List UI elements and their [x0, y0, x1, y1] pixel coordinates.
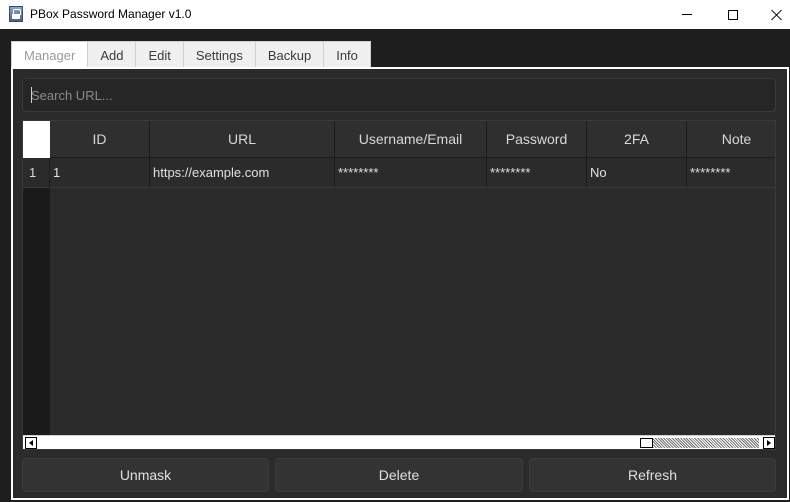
column-header-note[interactable]: Note: [687, 121, 775, 158]
arrow-left-icon: [29, 440, 33, 446]
title-bar: PBox Password Manager v1.0: [0, 0, 790, 29]
tab-add[interactable]: Add: [87, 41, 137, 68]
column-header-id[interactable]: ID: [50, 121, 150, 158]
table-empty-area: [50, 188, 775, 437]
maximize-button[interactable]: [710, 0, 756, 29]
scrollbar-page-area[interactable]: [653, 438, 759, 448]
horizontal-scrollbar[interactable]: [23, 435, 775, 449]
tab-edit[interactable]: Edit: [135, 41, 184, 68]
table-cell-2fa[interactable]: No: [587, 158, 687, 188]
manager-panel: ID URL Username/Email Password 2FA Note …: [11, 67, 789, 500]
tab-manager[interactable]: Manager: [11, 41, 89, 69]
search-input[interactable]: [22, 78, 776, 112]
column-header-password[interactable]: Password: [487, 121, 587, 158]
table-cell-username[interactable]: ********: [335, 158, 487, 188]
delete-button[interactable]: Delete: [275, 458, 523, 492]
unmask-button[interactable]: Unmask: [22, 458, 269, 492]
refresh-button[interactable]: Refresh: [529, 458, 776, 492]
close-icon: [771, 9, 783, 21]
window-body: Manager Add Edit Settings Backup Info ID…: [0, 29, 790, 502]
minimize-icon: [682, 14, 692, 15]
table-cell-url[interactable]: https://example.com: [150, 158, 335, 188]
row-header-column: [23, 158, 50, 437]
table-cell-id[interactable]: 1: [50, 158, 150, 188]
tab-backup[interactable]: Backup: [254, 41, 325, 68]
scroll-left-button[interactable]: [25, 437, 37, 449]
maximize-icon: [728, 9, 738, 20]
column-header-username[interactable]: Username/Email: [335, 121, 487, 158]
table-corner-button[interactable]: [23, 121, 50, 158]
scrollbar-track[interactable]: [39, 438, 759, 448]
scroll-right-button[interactable]: [763, 437, 775, 449]
minimize-button[interactable]: [664, 0, 710, 29]
table-cell-password[interactable]: ********: [487, 158, 587, 188]
column-header-2fa[interactable]: 2FA: [587, 121, 687, 158]
close-button[interactable]: [754, 0, 790, 29]
tab-bar: Manager Add Edit Settings Backup Info: [11, 41, 371, 69]
row-header-1[interactable]: 1: [23, 158, 50, 188]
scrollbar-thumb[interactable]: [640, 438, 653, 448]
lock-icon: [9, 6, 23, 22]
window-title: PBox Password Manager v1.0: [30, 7, 192, 21]
arrow-right-icon: [767, 440, 771, 446]
table-cell-note[interactable]: ********: [687, 158, 775, 188]
entries-table[interactable]: ID URL Username/Email Password 2FA Note …: [22, 120, 776, 450]
column-header-url[interactable]: URL: [150, 121, 335, 158]
tab-settings[interactable]: Settings: [182, 41, 256, 68]
text-caret: [31, 87, 32, 103]
tab-info[interactable]: Info: [323, 41, 371, 68]
